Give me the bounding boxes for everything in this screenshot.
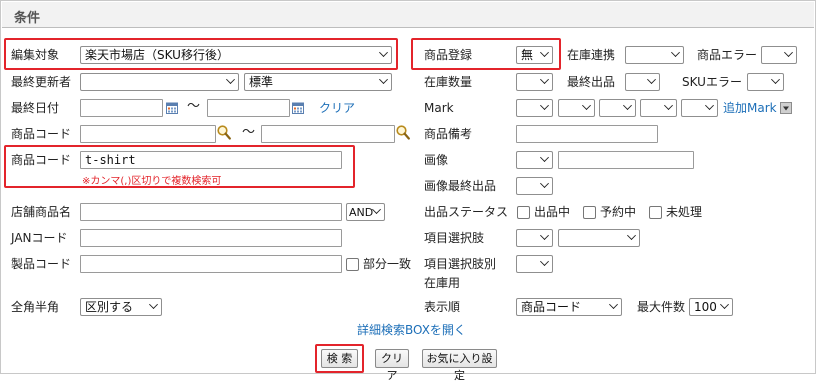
width-value: 区別する xyxy=(85,300,134,314)
remarks-input[interactable] xyxy=(516,125,658,143)
mark-select-1[interactable] xyxy=(516,99,553,117)
open-detail-box-link[interactable]: 詳細検索BOXを開く xyxy=(357,322,466,338)
mark-label: Mark xyxy=(424,101,454,115)
status-reserved-label: 予約中 xyxy=(600,205,637,219)
calendar-icon[interactable] xyxy=(292,102,304,114)
clear-button[interactable]: クリア xyxy=(375,349,409,382)
item-option-stock-select[interactable] xyxy=(516,255,553,273)
mark-select-2[interactable] xyxy=(558,99,595,117)
order-label: 表示順 xyxy=(424,300,461,314)
last-updater-select[interactable] xyxy=(80,73,239,91)
maker-code-label: 製品コード xyxy=(11,257,72,271)
updater-mode-value: 標準 xyxy=(249,75,274,89)
product-error-label: 商品エラー xyxy=(697,48,758,62)
last-listing-select[interactable] xyxy=(625,73,660,91)
search-panel: 条件 編集対象 楽天市場店（SKU移行後） 最終更新者 標準 最終日付 〜 クリ… xyxy=(0,0,816,382)
status-listed-checkbox[interactable] xyxy=(517,206,530,219)
status-reserved-checkbox[interactable] xyxy=(583,206,596,219)
date-range-tilde: 〜 xyxy=(187,99,201,114)
stock-qty-select[interactable] xyxy=(516,73,553,91)
product-code-input[interactable]: t-shirt xyxy=(80,151,342,169)
sku-error-label: SKUエラー xyxy=(682,75,742,89)
image-label: 画像 xyxy=(424,153,449,167)
store-product-name-label: 店舗商品名 xyxy=(11,205,72,219)
order-value: 商品コード xyxy=(521,300,582,314)
image-select[interactable] xyxy=(516,151,553,169)
partial-match-label: 部分一致 xyxy=(363,257,412,271)
registered-label: 商品登録 xyxy=(424,48,473,62)
date-from-input[interactable] xyxy=(80,99,163,117)
status-label: 出品ステータス xyxy=(424,205,509,219)
code-range-tilde: 〜 xyxy=(242,125,256,140)
sku-error-select[interactable] xyxy=(747,73,784,91)
width-select[interactable]: 区別する xyxy=(80,298,162,316)
mark-select-4[interactable] xyxy=(640,99,677,117)
updater-mode-select[interactable]: 標準 xyxy=(244,73,392,91)
stock-link-label: 在庫連携 xyxy=(567,48,616,62)
stock-link-select[interactable] xyxy=(625,46,684,64)
calendar-icon[interactable] xyxy=(166,102,178,114)
add-mark-link[interactable]: 追加Mark xyxy=(723,100,777,116)
image-last-label: 画像最終出品 xyxy=(424,179,497,193)
max-count-label: 最大件数 xyxy=(637,300,686,314)
last-updater-label: 最終更新者 xyxy=(11,75,72,89)
maker-code-input[interactable] xyxy=(80,255,342,273)
store-product-name-input[interactable] xyxy=(80,203,342,221)
store-name-op-value: AND xyxy=(349,206,374,219)
image-input[interactable] xyxy=(558,151,694,169)
last-date-label: 最終日付 xyxy=(11,101,60,115)
partial-match-checkbox[interactable] xyxy=(346,258,359,271)
width-label: 全角半角 xyxy=(11,300,60,314)
search-button[interactable]: 検 索 xyxy=(321,349,358,368)
item-option-select-2[interactable] xyxy=(558,229,640,247)
mark-select-5[interactable] xyxy=(681,99,718,117)
product-code-range-label: 商品コード xyxy=(11,127,72,141)
product-code-note: ※カンマ(,)区切りで複数検索可 xyxy=(82,176,222,187)
registered-select[interactable]: 無 xyxy=(516,46,553,64)
jan-code-label: JANコード xyxy=(11,231,68,245)
item-option-stock-label: 項目選択肢別 xyxy=(424,257,497,271)
product-code-to-input[interactable] xyxy=(261,125,395,143)
jan-code-input[interactable] xyxy=(80,229,342,247)
product-code-from-input[interactable] xyxy=(80,125,216,143)
section-header: 条件 xyxy=(2,2,814,28)
item-option-select-1[interactable] xyxy=(516,229,553,247)
edit-target-value: 楽天市場店（SKU移行後） xyxy=(85,48,229,62)
section-title: 条件 xyxy=(14,11,41,26)
product-code-label: 商品コード xyxy=(11,153,72,167)
status-listed-label: 出品中 xyxy=(534,205,571,219)
max-count-value: 100 xyxy=(694,300,717,314)
last-listing-label: 最終出品 xyxy=(567,75,616,89)
item-option-label: 項目選択肢 xyxy=(424,231,485,245)
image-last-select[interactable] xyxy=(516,177,553,195)
favorite-settings-button[interactable]: お気に入り設定 xyxy=(422,349,497,382)
product-code-value: t-shirt xyxy=(85,153,136,167)
status-unprocessed-checkbox[interactable] xyxy=(649,206,662,219)
search-icon[interactable] xyxy=(217,125,231,140)
store-name-op-select[interactable]: AND xyxy=(346,203,385,221)
order-select[interactable]: 商品コード xyxy=(516,298,622,316)
date-to-input[interactable] xyxy=(207,99,290,117)
registered-value: 無 xyxy=(521,48,534,62)
product-error-select[interactable] xyxy=(761,46,797,64)
stock-qty-label: 在庫数量 xyxy=(424,75,473,89)
max-count-select[interactable]: 100 xyxy=(689,298,733,316)
dropdown-icon[interactable] xyxy=(780,102,792,114)
date-clear-link[interactable]: クリア xyxy=(319,100,355,116)
status-unprocessed-label: 未処理 xyxy=(666,205,703,219)
edit-target-select[interactable]: 楽天市場店（SKU移行後） xyxy=(80,46,392,64)
remarks-label: 商品備考 xyxy=(424,127,473,141)
search-icon[interactable] xyxy=(396,125,410,140)
item-option-stock-sublabel: 在庫用 xyxy=(424,276,461,290)
edit-target-label: 編集対象 xyxy=(11,48,60,62)
mark-select-3[interactable] xyxy=(599,99,636,117)
